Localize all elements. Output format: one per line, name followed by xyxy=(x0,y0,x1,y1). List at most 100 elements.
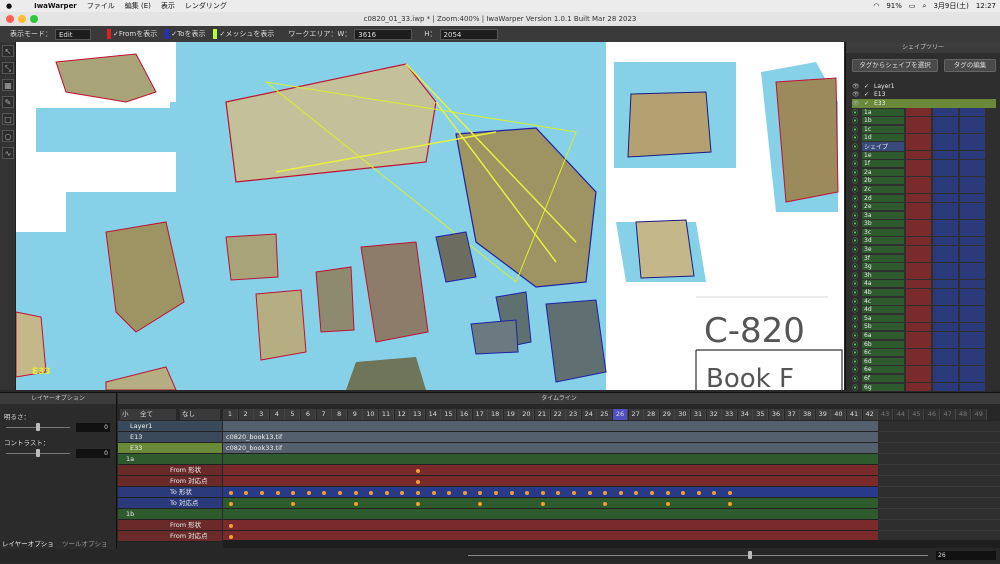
to-shape-cell[interactable] xyxy=(933,254,958,263)
from-color-swatch[interactable] xyxy=(107,29,111,39)
frame-slider[interactable] xyxy=(468,555,928,556)
keyframe-marker[interactable] xyxy=(618,490,623,495)
to-corr-cell[interactable] xyxy=(960,262,985,271)
shape-tree-item[interactable]: ⦿ 2e xyxy=(852,202,996,211)
shape-tree-item[interactable]: ⦿ 5a xyxy=(852,314,996,323)
frame-number[interactable]: 3 xyxy=(254,409,270,420)
frame-number[interactable]: 14 xyxy=(425,409,441,420)
to-shape-cell[interactable] xyxy=(933,194,958,203)
from-shape-cell[interactable] xyxy=(906,245,931,254)
keyframe-marker[interactable] xyxy=(681,490,686,495)
frame-number[interactable]: 44 xyxy=(893,409,909,420)
frame-number[interactable]: 30 xyxy=(675,409,691,420)
brightness-slider-handle[interactable] xyxy=(36,423,40,431)
timeline-row[interactable]: To 形状 xyxy=(118,487,1000,498)
frame-number[interactable]: 20 xyxy=(519,409,535,420)
from-shape-cell[interactable] xyxy=(906,142,931,151)
from-shape-cell[interactable] xyxy=(906,176,931,185)
to-corr-cell[interactable] xyxy=(960,322,985,331)
frame-number[interactable]: 27 xyxy=(628,409,644,420)
shape-tree-item[interactable]: ⦿ 2b xyxy=(852,176,996,185)
menu-file[interactable]: ファイル xyxy=(87,1,115,11)
frame-number[interactable]: 45 xyxy=(909,409,925,420)
from-shape-cell[interactable] xyxy=(906,374,931,383)
keyframe-marker[interactable] xyxy=(540,490,545,495)
shape-tree-item[interactable]: ⦿ 3h xyxy=(852,271,996,280)
keyframe-marker[interactable] xyxy=(712,490,717,495)
from-shape-cell[interactable] xyxy=(906,348,931,357)
frame-number[interactable]: 7 xyxy=(316,409,332,420)
keyframe-marker[interactable] xyxy=(228,523,233,528)
from-shape-cell[interactable] xyxy=(906,254,931,263)
frame-number[interactable]: 23 xyxy=(566,409,582,420)
to-color-swatch[interactable] xyxy=(165,29,170,39)
lock-icon[interactable]: ✓ xyxy=(864,100,874,107)
timeline-row[interactable]: To 対応点 xyxy=(118,498,1000,509)
from-shape-cell[interactable] xyxy=(906,116,931,125)
close-window-button[interactable] xyxy=(6,15,14,23)
select-tool-icon[interactable]: ↖ xyxy=(2,45,14,57)
keyframe-marker[interactable] xyxy=(416,468,420,473)
shape-tree-item[interactable]: ⦿ 6f xyxy=(852,374,996,383)
to-corr-cell[interactable] xyxy=(960,271,985,280)
frame-number[interactable]: 37 xyxy=(784,409,800,420)
keyframe-marker[interactable] xyxy=(416,479,420,484)
keyframe-marker[interactable] xyxy=(228,490,233,495)
keyframe-marker[interactable] xyxy=(384,490,389,495)
keyframe-marker[interactable] xyxy=(369,490,374,495)
keyframe-marker[interactable] xyxy=(353,490,358,495)
from-shape-cell[interactable] xyxy=(906,125,931,134)
frame-number[interactable]: 49 xyxy=(971,409,987,420)
contrast-slider-handle[interactable] xyxy=(36,449,40,457)
from-shape-cell[interactable] xyxy=(906,168,931,177)
keyframe-marker[interactable] xyxy=(509,490,514,495)
to-corr-cell[interactable] xyxy=(960,142,985,151)
from-shape-cell[interactable] xyxy=(906,219,931,228)
tab-tool-options[interactable]: ツールオプショ xyxy=(62,538,108,548)
frame-number[interactable]: 4 xyxy=(269,409,285,420)
mesh-tool-icon[interactable]: ▦ xyxy=(2,79,14,91)
layer-tree-item[interactable]: 👁 ✓ E13 xyxy=(852,90,996,100)
frame-number[interactable]: 21 xyxy=(535,409,550,420)
timeline-cells[interactable] xyxy=(223,520,878,531)
frame-slider-handle[interactable] xyxy=(748,551,752,559)
timeline-cells[interactable] xyxy=(223,454,878,465)
to-shape-cell[interactable] xyxy=(933,314,958,323)
keyframe-marker[interactable] xyxy=(478,490,483,495)
from-shape-cell[interactable] xyxy=(906,357,931,366)
to-shape-cell[interactable] xyxy=(933,331,958,340)
to-corr-cell[interactable] xyxy=(960,159,985,168)
timeline-cells[interactable] xyxy=(223,476,878,487)
to-corr-cell[interactable] xyxy=(960,194,985,203)
layer-tree-item[interactable]: 👁 ✓ E33 xyxy=(852,99,996,108)
to-corr-cell[interactable] xyxy=(960,116,985,125)
to-corr-cell[interactable] xyxy=(960,348,985,357)
from-shape-cell[interactable] xyxy=(906,322,931,331)
to-shape-cell[interactable] xyxy=(933,108,958,117)
timeline-cells[interactable] xyxy=(223,465,878,476)
timeline-cells[interactable] xyxy=(223,498,878,509)
layer-tree-item[interactable]: 👁 ✓ Layer1 xyxy=(852,82,996,91)
freehand-tool-icon[interactable]: ∿ xyxy=(2,147,14,159)
frame-number[interactable]: 38 xyxy=(800,409,816,420)
to-shape-cell[interactable] xyxy=(933,228,958,237)
to-shape-cell[interactable] xyxy=(933,305,958,314)
frame-number[interactable]: 18 xyxy=(488,409,504,420)
frame-number[interactable]: 43 xyxy=(878,409,894,420)
from-shape-cell[interactable] xyxy=(906,314,931,323)
mesh-color-swatch[interactable] xyxy=(213,29,218,39)
to-shape-cell[interactable] xyxy=(933,236,958,245)
to-corr-cell[interactable] xyxy=(960,168,985,177)
shape-tree-item[interactable]: ⦿ 6c xyxy=(852,348,996,357)
contrast-input[interactable]: 0 xyxy=(76,449,110,458)
app-menu[interactable]: IwaWarper xyxy=(34,2,77,10)
to-corr-cell[interactable] xyxy=(960,236,985,245)
shape-tree-item[interactable]: ⦿ 3e xyxy=(852,245,996,254)
frame-number[interactable]: 40 xyxy=(831,409,847,420)
from-shape-cell[interactable] xyxy=(906,383,931,392)
keyframe-marker[interactable] xyxy=(478,501,483,506)
visibility-icon[interactable]: ⦿ xyxy=(852,383,862,392)
timeline-row[interactable]: E33 c0820_book33.tif xyxy=(118,443,1000,454)
keyframe-marker[interactable] xyxy=(634,490,639,495)
to-corr-cell[interactable] xyxy=(960,151,985,160)
